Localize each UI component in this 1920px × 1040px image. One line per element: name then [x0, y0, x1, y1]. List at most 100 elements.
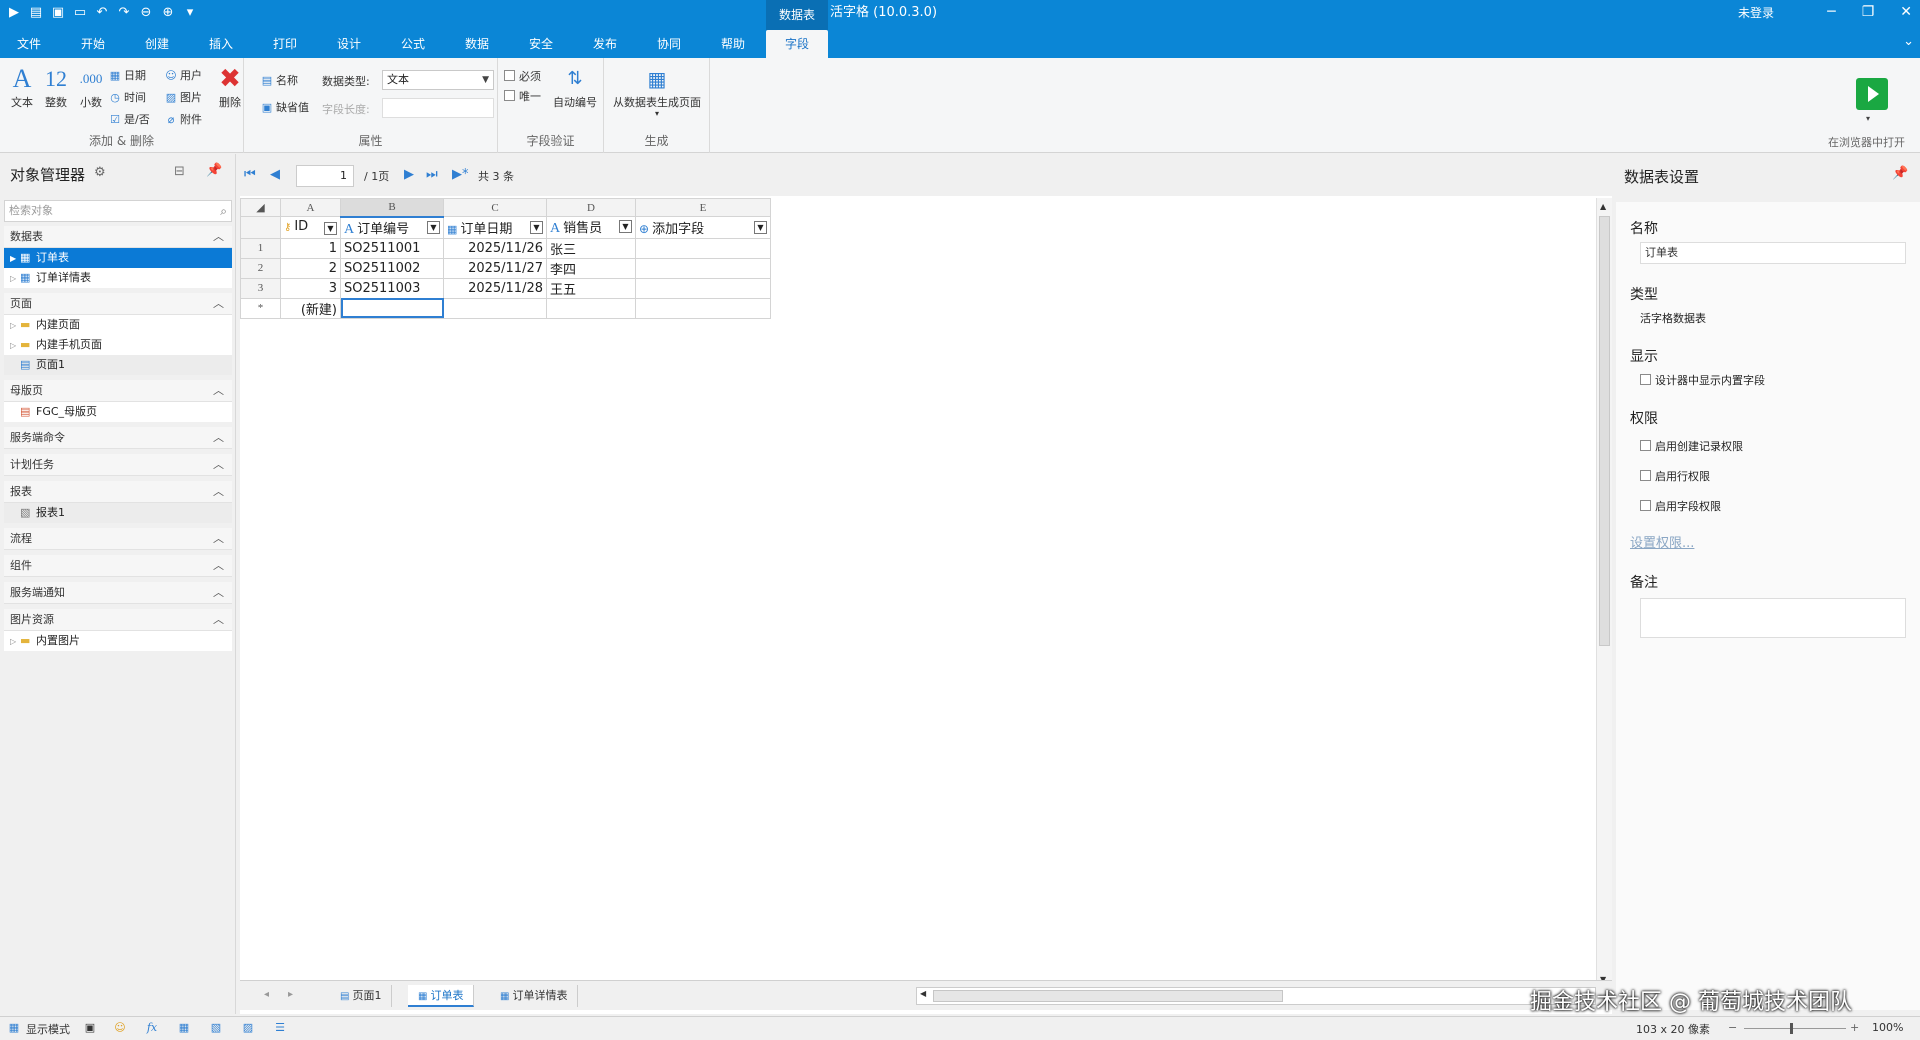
scroll-left-icon[interactable]: ◀: [920, 989, 926, 998]
display-mode-icon[interactable]: ▦: [6, 1020, 22, 1036]
expand-icon[interactable]: ▷: [10, 632, 20, 652]
row-header[interactable]: 2: [240, 257, 281, 279]
scroll-thumb[interactable]: [1599, 216, 1610, 646]
undo-icon[interactable]: ↶: [94, 4, 110, 22]
tab-file[interactable]: 文件: [0, 30, 58, 58]
user-field-button[interactable]: ☺ 用户: [164, 67, 202, 83]
sheet-tab-order-table[interactable]: ▦ 订单表: [408, 985, 475, 1007]
pin-icon[interactable]: 📌: [1892, 166, 1908, 181]
horizontal-scrollbar[interactable]: ◀: [916, 987, 1596, 1005]
run-in-browser-button[interactable]: [1856, 78, 1888, 110]
restore-button[interactable]: ❐: [1862, 0, 1875, 24]
category-reports[interactable]: 报表 ︿: [4, 481, 232, 503]
customize-dropdown-icon[interactable]: ▾: [182, 4, 198, 22]
cell-order-code[interactable]: SO2511003: [340, 277, 444, 299]
cell-order-code[interactable]: SO2511002: [340, 257, 444, 279]
new-file-icon[interactable]: ▤: [28, 4, 44, 22]
tab-insert[interactable]: 插入: [192, 30, 250, 58]
expand-icon[interactable]: ▷: [10, 269, 20, 289]
field-header-add-field[interactable]: ⊕ 添加字段 ▼: [635, 216, 771, 239]
save-icon[interactable]: ▣: [50, 4, 66, 22]
tab-data[interactable]: 数据: [448, 30, 506, 58]
cell-empty[interactable]: [635, 257, 771, 279]
expand-icon[interactable]: ▷: [10, 336, 20, 356]
tab-home[interactable]: 开始: [64, 30, 122, 58]
tree-item-builtin-images[interactable]: ▷ ▬ 内置图片: [4, 631, 232, 651]
tab-scroll-right-icon[interactable]: ▸: [288, 989, 293, 1000]
new-record-icon[interactable]: ▶*: [452, 167, 469, 182]
run-icon[interactable]: ▶: [6, 4, 22, 22]
field-header-salesperson[interactable]: A 销售员 ▼: [546, 216, 636, 239]
tree-item-order-table[interactable]: ▶ ▦ 订单表: [4, 248, 232, 268]
zoom-slider-track[interactable]: [1744, 1028, 1846, 1029]
back-icon[interactable]: ⊖: [138, 4, 154, 22]
field-header-order-code[interactable]: A 订单编号 ▼: [340, 216, 444, 239]
scroll-thumb[interactable]: [933, 990, 1283, 1002]
category-server-notify[interactable]: 服务端通知 ︿: [4, 582, 232, 604]
expand-icon[interactable]: ▷: [10, 316, 20, 336]
remark-textarea[interactable]: [1640, 598, 1906, 638]
user-icon[interactable]: ☺: [112, 1020, 128, 1036]
display-mode-label[interactable]: 显示模式: [26, 1021, 70, 1037]
category-server-commands[interactable]: 服务端命令 ︿: [4, 427, 232, 449]
table-icon[interactable]: ▦: [176, 1020, 192, 1036]
auto-number-button[interactable]: ⇅ 自动编号: [548, 64, 602, 110]
chevron-down-icon[interactable]: ▼: [530, 220, 543, 234]
prev-page-icon[interactable]: ◀: [270, 167, 280, 182]
chevron-up-icon[interactable]: ︿: [213, 528, 224, 550]
sheet-tab-order-detail-table[interactable]: ▦ 订单详情表: [490, 985, 579, 1007]
cell-empty[interactable]: [546, 297, 636, 319]
component-icon[interactable]: ▧: [208, 1020, 224, 1036]
tree-item-builtin-pages[interactable]: ▷ ▬ 内建页面: [4, 315, 232, 335]
delete-field-button[interactable]: ✖ 删除: [218, 64, 242, 110]
row-header[interactable]: 3: [240, 277, 281, 299]
collapse-all-icon[interactable]: ⊟: [174, 164, 185, 179]
text-field-button[interactable]: A 文本: [8, 64, 36, 110]
search-input[interactable]: 检索对象 ⌕: [4, 200, 232, 222]
chevron-down-icon[interactable]: ▼: [427, 220, 440, 234]
search-icon[interactable]: ⌕: [220, 201, 227, 221]
tab-design[interactable]: 设计: [320, 30, 378, 58]
chevron-up-icon[interactable]: ︿: [213, 226, 224, 248]
sheet-tab-page1[interactable]: ▤ 页面1: [330, 985, 393, 1007]
chevron-down-icon[interactable]: ▼: [619, 220, 632, 234]
layout-icon[interactable]: ▨: [240, 1020, 256, 1036]
chevron-up-icon[interactable]: ︿: [213, 427, 224, 449]
cell-salesperson[interactable]: 王五: [546, 277, 636, 299]
show-builtin-fields-checkbox[interactable]: 设计器中显示内置字段: [1640, 372, 1765, 388]
zoom-out-icon[interactable]: −: [1728, 1021, 1737, 1034]
terminal-icon[interactable]: ▣: [82, 1020, 98, 1036]
cell-id[interactable]: 3: [280, 277, 341, 299]
scroll-up-icon[interactable]: ▲: [1600, 202, 1606, 211]
close-button[interactable]: ✕: [1900, 0, 1912, 24]
row-header[interactable]: 1: [240, 237, 281, 259]
cell-salesperson[interactable]: 张三: [546, 237, 636, 259]
tree-item-report1[interactable]: ▧ 报表1: [4, 503, 232, 523]
tree-item-page1[interactable]: ▤ 页面1: [4, 355, 232, 375]
decimal-field-button[interactable]: .000 小数: [76, 64, 106, 110]
cell-id[interactable]: 1: [280, 237, 341, 259]
int-field-button[interactable]: 12 整数: [40, 64, 72, 110]
chevron-up-icon[interactable]: ︿: [213, 555, 224, 577]
category-tables[interactable]: 数据表 ︿: [4, 226, 232, 248]
field-header-id[interactable]: ⚷ ID ▼: [280, 216, 341, 239]
new-row-label[interactable]: (新建): [280, 297, 341, 319]
data-type-select[interactable]: 文本 ▼: [382, 70, 494, 90]
tree-item-builtin-mobile-pages[interactable]: ▷ ▬ 内建手机页面: [4, 335, 232, 355]
tab-collab[interactable]: 协同: [640, 30, 698, 58]
tab-publish[interactable]: 发布: [576, 30, 634, 58]
column-header-a[interactable]: A: [280, 198, 341, 217]
category-image-resources[interactable]: 图片资源 ︿: [4, 609, 232, 631]
chevron-down-icon[interactable]: ▾: [1866, 114, 1870, 123]
cell-empty[interactable]: [635, 237, 771, 259]
category-components[interactable]: 组件 ︿: [4, 555, 232, 577]
cell-empty[interactable]: [635, 297, 771, 319]
field-header-order-date[interactable]: ▦ 订单日期 ▼: [443, 216, 547, 239]
tab-formula[interactable]: 公式: [384, 30, 442, 58]
unique-checkbox[interactable]: 唯一: [504, 88, 541, 104]
default-value-button[interactable]: ▣ 缺省值: [260, 99, 309, 115]
cell-order-date[interactable]: 2025/11/28: [443, 277, 547, 299]
cell-order-code[interactable]: SO2511001: [340, 237, 444, 259]
minimize-button[interactable]: ─: [1827, 0, 1835, 24]
chevron-up-icon[interactable]: ︿: [213, 454, 224, 476]
